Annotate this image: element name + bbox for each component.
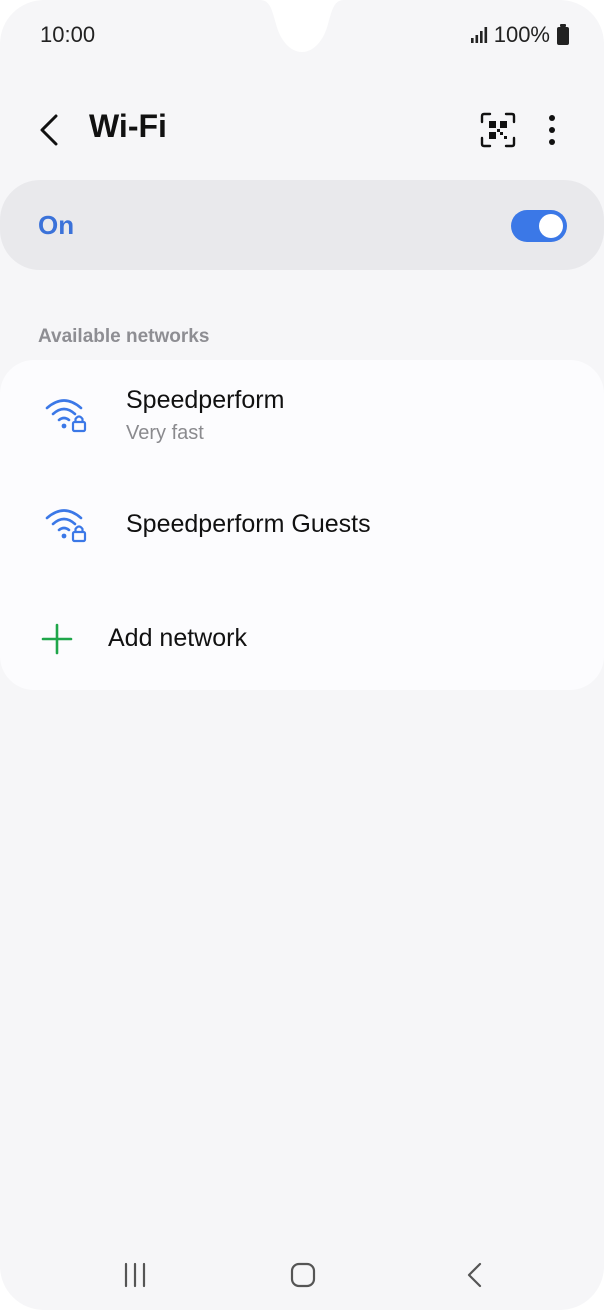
- network-item-speedperform[interactable]: Speedperform Very fast: [0, 380, 604, 470]
- page-title: Wi-Fi: [89, 108, 167, 144]
- battery-icon: [557, 24, 569, 45]
- status-time: 10:00: [40, 22, 96, 47]
- chevron-left-icon[interactable]: [30, 110, 70, 150]
- signal-icon: [470, 27, 487, 43]
- add-network-label: Add network: [108, 624, 247, 652]
- network-speed: Very fast: [126, 422, 204, 444]
- wifi-switch[interactable]: [511, 210, 567, 242]
- wifi-lock-icon: [45, 509, 87, 543]
- wifi-lock-icon: [45, 399, 87, 433]
- qr-scan-icon[interactable]: [478, 110, 518, 150]
- wifi-toggle-label: On: [38, 210, 75, 240]
- wifi-toggle-row[interactable]: On: [0, 180, 604, 270]
- wifi-settings-screen: 10:00 100% Wi-Fi On Available networks S…: [0, 0, 604, 1310]
- switch-knob: [539, 214, 563, 238]
- recent-apps-icon[interactable]: [120, 1260, 150, 1290]
- battery-percentage: 100%: [493, 22, 550, 47]
- status-icons: 100%: [470, 22, 570, 48]
- home-icon[interactable]: [288, 1260, 318, 1290]
- back-icon[interactable]: [460, 1260, 490, 1290]
- section-label-available-networks: Available networks: [38, 326, 210, 347]
- network-name: Speedperform: [126, 386, 285, 414]
- system-navigation-bar: [0, 1240, 604, 1310]
- network-item-speedperform-guests[interactable]: Speedperform Guests: [0, 490, 604, 570]
- camera-notch: [260, 0, 344, 52]
- plus-icon: [41, 623, 73, 655]
- more-vertical-icon[interactable]: [536, 110, 568, 150]
- network-name: Speedperform Guests: [126, 510, 371, 538]
- add-network-button[interactable]: Add network: [0, 610, 604, 670]
- network-list: Speedperform Very fast Speedperform Gues…: [0, 360, 604, 690]
- app-header: Wi-Fi: [0, 92, 604, 168]
